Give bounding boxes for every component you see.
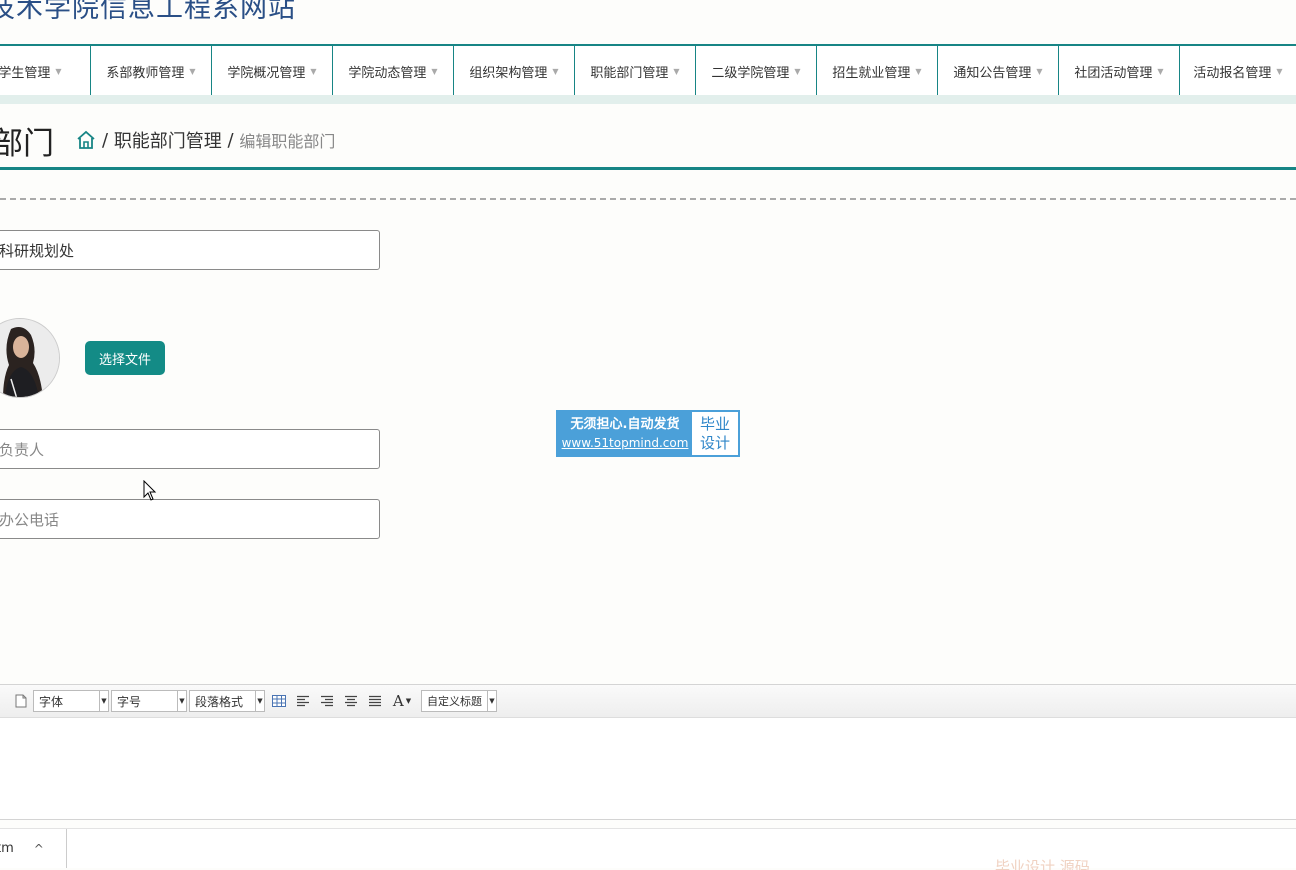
nav-label: 学院动态管理 — [348, 66, 427, 81]
mouse-cursor-icon — [143, 480, 157, 501]
caret-down-icon: ▼ — [552, 67, 559, 76]
breadcrumb-separator: / — [227, 129, 234, 151]
align-justify-icon[interactable] — [367, 693, 383, 709]
font-size-select[interactable]: 字号 ▼ — [111, 690, 187, 712]
page-header: 部门 / 职能部门管理 / 编辑职能部门 — [0, 104, 1296, 170]
caret-down-icon: ▼ — [310, 67, 317, 76]
ad-right2: 设计 — [699, 433, 730, 452]
breadcrumb: / 职能部门管理 / 编辑职能部门 — [76, 127, 335, 153]
nav-item-signup[interactable]: 活动报名管理 ▼ — [1180, 46, 1296, 97]
ad-line2: www.51topmind.com — [561, 435, 689, 450]
caret-down-icon: ▼ — [1157, 67, 1164, 76]
editor-toolbar: 字体 ▼ 字号 ▼ 段落格式 ▼ A ▼ 自定义标题 ▼ — [0, 685, 1296, 718]
font-size-label: 字号 — [117, 694, 142, 709]
nav-label: 学院概况管理 — [227, 66, 306, 81]
new-document-icon[interactable] — [13, 693, 29, 709]
home-icon[interactable] — [76, 130, 96, 150]
dept-name-input[interactable]: 科研规划处 — [0, 230, 380, 270]
font-family-label: 字体 — [39, 694, 64, 709]
caret-down-icon: ▼ — [1276, 67, 1283, 76]
ad-right1: 毕业 — [699, 414, 730, 433]
download-item[interactable]: tm ^ — [0, 829, 67, 868]
breadcrumb-current: 编辑职能部门 — [239, 132, 336, 151]
dropdown-arrow-icon: ▼ — [405, 697, 412, 705]
nav-item-overview[interactable]: 学院概况管理 ▼ — [212, 46, 333, 97]
phone-placeholder: 办公电话 — [0, 510, 60, 529]
align-center-icon[interactable] — [343, 693, 359, 709]
ad-left: 无须担心.自动发货 www.51topmind.com — [558, 412, 692, 455]
ad-line1: 无须担心.自动发货 — [570, 416, 680, 432]
dropdown-arrow-icon: ▼ — [99, 691, 108, 711]
rich-text-editor[interactable]: 字体 ▼ 字号 ▼ 段落格式 ▼ A ▼ 自定义标题 ▼ — [0, 684, 1296, 820]
nav-label: 社团活动管理 — [1074, 66, 1153, 81]
caret-down-icon: ▼ — [1036, 67, 1043, 76]
nav-item-colleges[interactable]: 二级学院管理 ▼ — [696, 46, 817, 97]
nav-item-notices[interactable]: 通知公告管理 ▼ — [938, 46, 1059, 97]
breadcrumb-section[interactable]: 职能部门管理 — [114, 127, 222, 153]
nav-label: 招生就业管理 — [832, 66, 911, 81]
nav-item-news[interactable]: 学院动态管理 ▼ — [333, 46, 454, 97]
font-color-label: A — [392, 692, 404, 710]
nav-item-students[interactable]: 学生管理 ▼ — [0, 46, 91, 97]
phone-input[interactable]: 办公电话 — [0, 499, 380, 539]
caret-down-icon: ▼ — [794, 67, 801, 76]
editor-content-area[interactable] — [0, 718, 1296, 818]
dropdown-arrow-icon: ▼ — [487, 691, 496, 711]
table-icon[interactable] — [271, 693, 287, 709]
choose-file-button[interactable]: 选择文件 — [85, 341, 165, 375]
nav-item-departments[interactable]: 职能部门管理 ▼ — [575, 46, 696, 97]
caret-down-icon: ▼ — [915, 67, 922, 76]
align-left-icon[interactable] — [295, 693, 311, 709]
dept-name-value: 科研规划处 — [0, 241, 75, 260]
nav-label: 系部教师管理 — [106, 66, 185, 81]
download-file-label: tm — [0, 841, 14, 856]
dropdown-arrow-icon: ▼ — [177, 691, 186, 711]
caret-down-icon: ▼ — [55, 67, 62, 76]
align-right-icon[interactable] — [319, 693, 335, 709]
dropdown-arrow-icon: ▼ — [255, 691, 264, 711]
breadcrumb-separator: / — [102, 129, 109, 151]
site-title: 业技术学院信息工程系网站 — [0, 0, 296, 24]
paragraph-format-label: 段落格式 — [195, 694, 244, 709]
section-divider — [0, 198, 1296, 200]
nav-label: 活动报名管理 — [1193, 66, 1272, 81]
nav-item-teachers[interactable]: 系部教师管理 ▼ — [91, 46, 212, 97]
nav-label: 组织架构管理 — [469, 66, 548, 81]
nav-underline — [0, 95, 1296, 104]
font-family-select[interactable]: 字体 ▼ — [33, 690, 109, 712]
font-color-button[interactable]: A ▼ — [391, 692, 413, 710]
nav-item-org[interactable]: 组织架构管理 ▼ — [454, 46, 575, 97]
manager-input[interactable]: 负责人 — [0, 429, 380, 469]
main-nav: 学生管理 ▼ 系部教师管理 ▼ 学院概况管理 ▼ 学院动态管理 ▼ 组织架构管理 ▼ 职能… — [0, 44, 1296, 97]
paragraph-format-select[interactable]: 段落格式 ▼ — [189, 690, 265, 712]
ad-banner[interactable]: 无须担心.自动发货 www.51topmind.com 毕业 设计 — [556, 410, 740, 457]
ad-right: 毕业 设计 — [692, 412, 738, 455]
manager-placeholder: 负责人 — [0, 440, 45, 459]
caret-down-icon: ▼ — [431, 67, 438, 76]
nav-label: 二级学院管理 — [711, 66, 790, 81]
person-photo-icon — [0, 319, 59, 397]
custom-heading-select[interactable]: 自定义标题 ▼ — [421, 690, 497, 712]
avatar — [0, 318, 60, 398]
nav-label: 通知公告管理 — [953, 66, 1032, 81]
chevron-up-icon[interactable]: ^ — [34, 842, 44, 856]
caret-down-icon: ▼ — [189, 67, 196, 76]
custom-heading-label: 自定义标题 — [427, 695, 482, 708]
page-title: 部门 — [0, 126, 54, 162]
nav-item-admissions[interactable]: 招生就业管理 ▼ — [817, 46, 938, 97]
caret-down-icon: ▼ — [673, 67, 680, 76]
nav-label: 职能部门管理 — [590, 66, 669, 81]
watermark: 毕业设计 源码 — [995, 858, 1090, 870]
nav-item-clubs[interactable]: 社团活动管理 ▼ — [1059, 46, 1180, 97]
nav-label: 学生管理 — [0, 66, 51, 81]
